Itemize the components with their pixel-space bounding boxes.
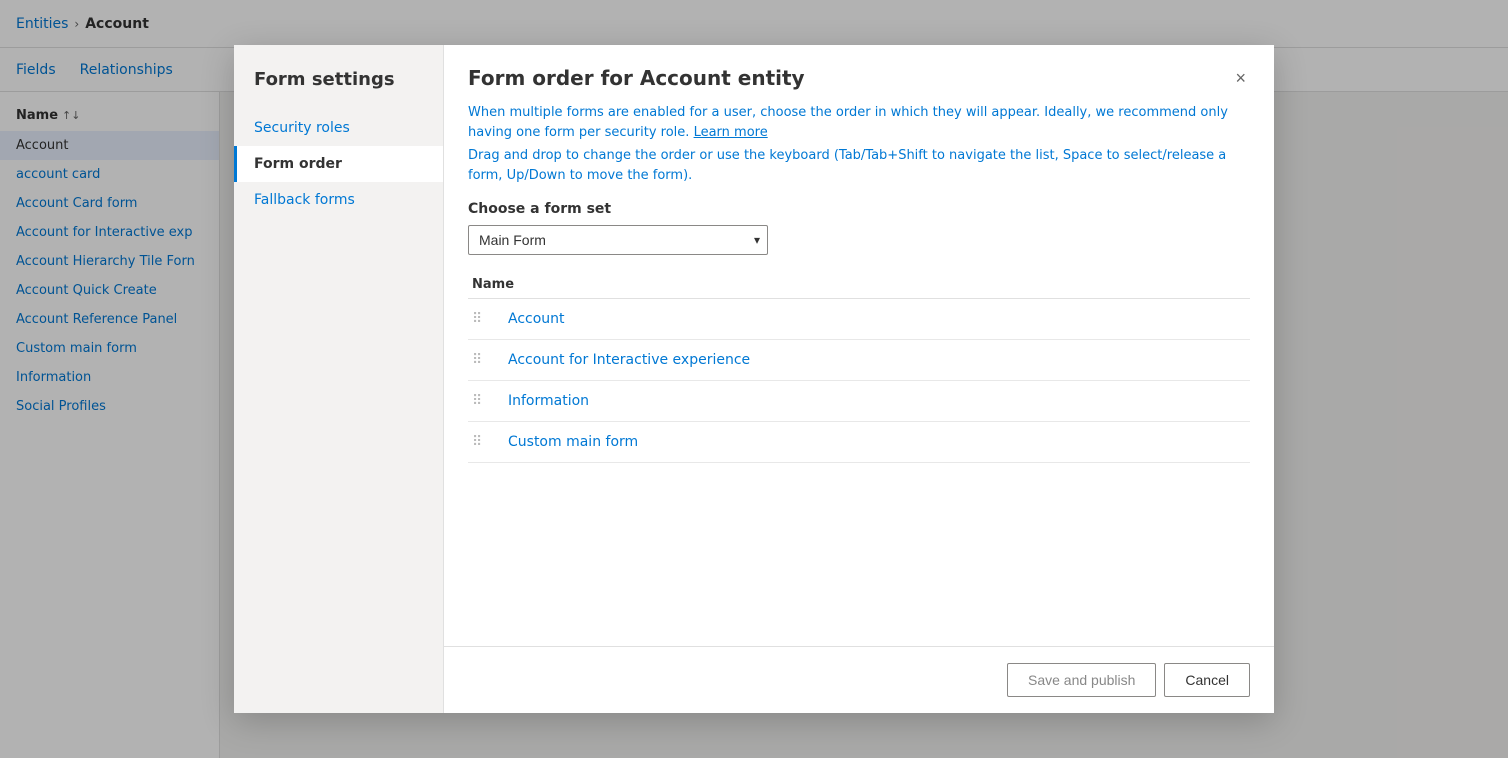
form-set-select[interactable]: Main Form Quick Create Card	[468, 225, 768, 255]
forms-table: Name ⠿ Account ⠿ Account for Interactive…	[468, 271, 1250, 463]
modal-nav-fallback-forms[interactable]: Fallback forms	[234, 182, 443, 218]
modal-nav-form-order[interactable]: Form order	[234, 146, 443, 182]
desc-text-1: When multiple forms are enabled for a us…	[468, 105, 1228, 140]
drag-handle-icon[interactable]: ⠿	[472, 434, 490, 450]
drag-handle-icon[interactable]: ⠿	[472, 311, 490, 327]
modal-title: Form order for Account entity	[468, 66, 805, 90]
form-name-cell[interactable]: Custom main form	[504, 422, 1250, 463]
modal-close-button[interactable]: ×	[1231, 65, 1250, 91]
modal-dialog: Form settings Security roles Form order …	[234, 45, 1274, 713]
modal-footer: Save and publish Cancel	[444, 646, 1274, 713]
table-row: ⠿ Account for Interactive experience	[468, 340, 1250, 381]
modal-right-panel: Form order for Account entity × When mul…	[444, 45, 1274, 713]
form-set-label: Choose a form set	[468, 201, 1250, 217]
table-header-name: Name	[468, 271, 1250, 299]
modal-left-panel: Form settings Security roles Form order …	[234, 45, 444, 713]
desc-text-2: Drag and drop to change the order or use…	[468, 148, 1226, 183]
form-name-cell[interactable]: Information	[504, 381, 1250, 422]
modal-header: Form order for Account entity ×	[444, 45, 1274, 103]
drag-handle-icon[interactable]: ⠿	[472, 393, 490, 409]
table-row: ⠿ Information	[468, 381, 1250, 422]
form-name-cell[interactable]: Account	[504, 299, 1250, 340]
modal-nav-security-roles[interactable]: Security roles	[234, 110, 443, 146]
cancel-button[interactable]: Cancel	[1164, 663, 1250, 697]
form-name-cell[interactable]: Account for Interactive experience	[504, 340, 1250, 381]
learn-more-link[interactable]: Learn more	[694, 125, 768, 140]
form-set-select-wrapper: Main Form Quick Create Card ▾	[468, 225, 768, 255]
modal-body: When multiple forms are enabled for a us…	[444, 103, 1274, 646]
save-publish-button[interactable]: Save and publish	[1007, 663, 1156, 697]
modal-overlay: Form settings Security roles Form order …	[0, 0, 1508, 758]
table-row: ⠿ Account	[468, 299, 1250, 340]
description-line1: When multiple forms are enabled for a us…	[468, 103, 1250, 142]
modal-left-title: Form settings	[234, 69, 443, 110]
table-row: ⠿ Custom main form	[468, 422, 1250, 463]
drag-handle-icon[interactable]: ⠿	[472, 352, 490, 368]
description-line2: Drag and drop to change the order or use…	[468, 146, 1250, 185]
